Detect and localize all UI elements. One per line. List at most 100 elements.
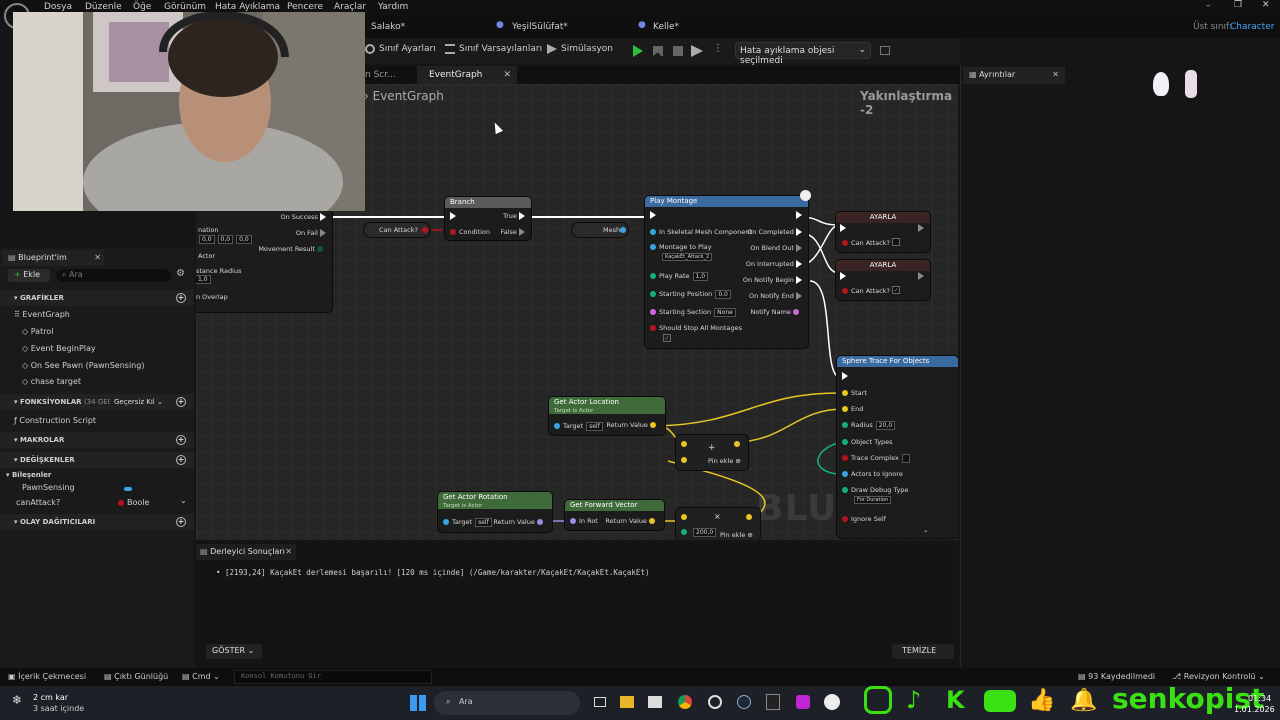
- add-pin-button[interactable]: Pin ekle ⊕: [708, 457, 741, 465]
- add-graph-icon[interactable]: +: [176, 293, 186, 303]
- on-blend-out-pin[interactable]: On Blend Out: [750, 244, 802, 252]
- close-icon[interactable]: ✕: [1052, 70, 1059, 79]
- close-window-icon[interactable]: ✕: [1262, 0, 1270, 10]
- target-pin[interactable]: Target self: [554, 422, 603, 431]
- set-can-attack-node-2[interactable]: AYARLA Can Attack? ✓: [836, 260, 930, 300]
- mesh-getter[interactable]: Mesh: [572, 223, 628, 237]
- tab-construction-script[interactable]: n Scr...: [365, 70, 396, 80]
- menu-file[interactable]: Dosya: [44, 2, 72, 12]
- branch-true-pin[interactable]: True: [503, 212, 525, 220]
- app-icon[interactable]: [708, 695, 722, 709]
- return-value-pin[interactable]: Return Value: [605, 517, 658, 525]
- unsaved-count[interactable]: ▤ 93 Kaydedilmedi: [1078, 672, 1155, 681]
- can-attack-variable[interactable]: canAttack?: [16, 498, 60, 507]
- console-input[interactable]: Konsol Komutunu Gir: [234, 670, 432, 684]
- draw-debug-select[interactable]: For Duration: [851, 495, 892, 504]
- get-actor-rotation-node[interactable]: Get Actor Rotation Target is Actor Target…: [438, 492, 552, 532]
- multiply-vector-node[interactable]: × 200,0 Pin ekle ⊕: [676, 508, 760, 540]
- event-graph-item[interactable]: ⠿ EventGraph: [14, 310, 70, 319]
- stop-all-montages-pin[interactable]: Should Stop All Montages: [650, 324, 742, 332]
- weather-icon[interactable]: ❄: [12, 693, 22, 707]
- add-vector-node[interactable]: + Pin ekle ⊕: [676, 435, 748, 470]
- event-begin-play[interactable]: ◇ Event BeginPlay: [22, 344, 96, 353]
- cmd-dropdown[interactable]: ▤ Cmd ⌄: [182, 672, 220, 681]
- menu-debug[interactable]: Hata Ayıklama: [215, 2, 280, 12]
- app-icon[interactable]: [796, 695, 810, 709]
- on-notify-end-pin[interactable]: On Notify End: [749, 292, 802, 300]
- close-icon[interactable]: ✕: [503, 70, 511, 80]
- store-icon[interactable]: [648, 696, 662, 708]
- clock-date[interactable]: 1.01.2026: [1234, 705, 1275, 714]
- event-dispatchers-section[interactable]: ▾ OLAY DAĞITICILARI +: [0, 514, 194, 530]
- more-options-icon[interactable]: ⋮: [713, 43, 723, 54]
- set-exec-out[interactable]: [918, 224, 924, 232]
- compiler-results-tab[interactable]: ▤ Derleyici Sonuçları ✕: [196, 544, 296, 560]
- macros-section[interactable]: ▾ MAKROLAR +: [0, 432, 194, 448]
- variables-section[interactable]: ▾ DEĞİŞKENLER +: [0, 452, 194, 468]
- close-icon[interactable]: ✕: [285, 547, 292, 556]
- sphere-trace-node[interactable]: Sphere Trace For Objects Start End Radiu…: [837, 356, 958, 538]
- get-actor-location-node[interactable]: Get Actor Location Target is Actor Target…: [549, 397, 665, 435]
- end-pin[interactable]: End: [842, 405, 863, 413]
- override-dropdown[interactable]: Geçersiz Kıl ⌄: [110, 396, 170, 409]
- settings-gear-icon[interactable]: ⚙: [176, 268, 185, 279]
- construction-script-item[interactable]: ƒ Construction Script: [14, 416, 96, 425]
- chrome-icon[interactable]: [678, 695, 692, 709]
- on-notify-begin-pin[interactable]: On Notify Begin: [743, 276, 802, 284]
- add-pin-button[interactable]: Pin ekle ⊕: [720, 531, 753, 539]
- clear-button[interactable]: TEMİZLE: [892, 644, 954, 659]
- actors-to-ignore-pin[interactable]: Actors to Ignore: [842, 470, 903, 478]
- epic-games-icon[interactable]: [766, 694, 780, 710]
- bool-pin[interactable]: [422, 227, 428, 233]
- taskbar-search[interactable]: ⌕ Ara: [434, 691, 580, 715]
- mult-input-a[interactable]: [681, 514, 687, 520]
- components-category[interactable]: ▾ Bileşenler: [6, 471, 51, 479]
- content-drawer-button[interactable]: ▣ İçerik Çekmecesi: [8, 672, 86, 681]
- target-pin[interactable]: Target self: [443, 518, 492, 527]
- parent-class-value[interactable]: Character: [1230, 22, 1274, 32]
- add-dispatcher-icon[interactable]: +: [176, 517, 186, 527]
- graphs-section[interactable]: ▾ GRAFİKLER +: [0, 290, 194, 306]
- play-icon[interactable]: [633, 45, 643, 57]
- can-attack-type[interactable]: Boole: [118, 498, 149, 507]
- task-view-icon[interactable]: [594, 697, 606, 707]
- debug-object-select[interactable]: Hata ayıklama objesi seçilmedi ⌄: [735, 42, 871, 66]
- chevron-down-icon[interactable]: ⌄: [180, 496, 187, 505]
- tab-yesil[interactable]: YeşilSülüfat*: [512, 22, 568, 32]
- add-input-a[interactable]: [681, 441, 687, 447]
- trace-complex-pin[interactable]: Trace Complex: [842, 454, 910, 463]
- set-exec-in[interactable]: [840, 272, 846, 280]
- branch-false-pin[interactable]: False: [501, 228, 525, 236]
- eject-icon[interactable]: [691, 45, 703, 57]
- can-attack-checkbox[interactable]: [892, 238, 900, 246]
- menu-tools[interactable]: Araçlar: [334, 2, 366, 12]
- event-chase-target[interactable]: ◇ chase target: [22, 377, 81, 386]
- event-on-see-pawn[interactable]: ◇ On See Pawn (PawnSensing): [22, 361, 144, 370]
- close-icon[interactable]: ✕: [94, 253, 101, 262]
- sphere-exec-in[interactable]: [842, 372, 848, 380]
- output-log-button[interactable]: ▤ Çıktı Günlüğü: [104, 672, 168, 681]
- details-tab[interactable]: ▦ Ayrıntılar ✕: [963, 67, 1065, 84]
- branch-node[interactable]: Branch Condition True False: [445, 197, 531, 240]
- return-value-pin[interactable]: Return Value: [493, 518, 546, 526]
- on-fail-pin[interactable]: On Fail: [296, 229, 326, 237]
- skeletal-mesh-pin[interactable]: In Skeletal Mesh Component: [650, 228, 752, 236]
- radius-pin[interactable]: Radius 20,0: [842, 421, 896, 430]
- acceptance-radius-value[interactable]: 1,0: [196, 275, 211, 284]
- on-interrupted-pin[interactable]: On Interrupted: [746, 260, 802, 268]
- event-patrol[interactable]: ◇ Patrol: [22, 327, 53, 336]
- stop-icon[interactable]: [673, 46, 683, 56]
- menu-edit[interactable]: Düzenle: [85, 2, 122, 12]
- set-exec-out[interactable]: [918, 272, 924, 280]
- can-attack-checkbox-checked[interactable]: ✓: [892, 286, 900, 294]
- mult-input-b[interactable]: 200,0: [681, 528, 717, 537]
- menu-help[interactable]: Yardım: [378, 2, 408, 12]
- set-can-attack-node-1[interactable]: AYARLA Can Attack?: [836, 212, 930, 252]
- stop-all-checkbox[interactable]: ✓: [663, 334, 671, 342]
- steam-icon[interactable]: [737, 695, 751, 709]
- notify-name-pin[interactable]: Notify Name: [750, 308, 802, 316]
- draw-debug-type-pin[interactable]: Draw Debug Type: [842, 486, 908, 494]
- in-rot-pin[interactable]: In Rot: [570, 517, 598, 525]
- add-variable-icon[interactable]: +: [176, 455, 186, 465]
- unreal-engine-icon[interactable]: [824, 694, 840, 710]
